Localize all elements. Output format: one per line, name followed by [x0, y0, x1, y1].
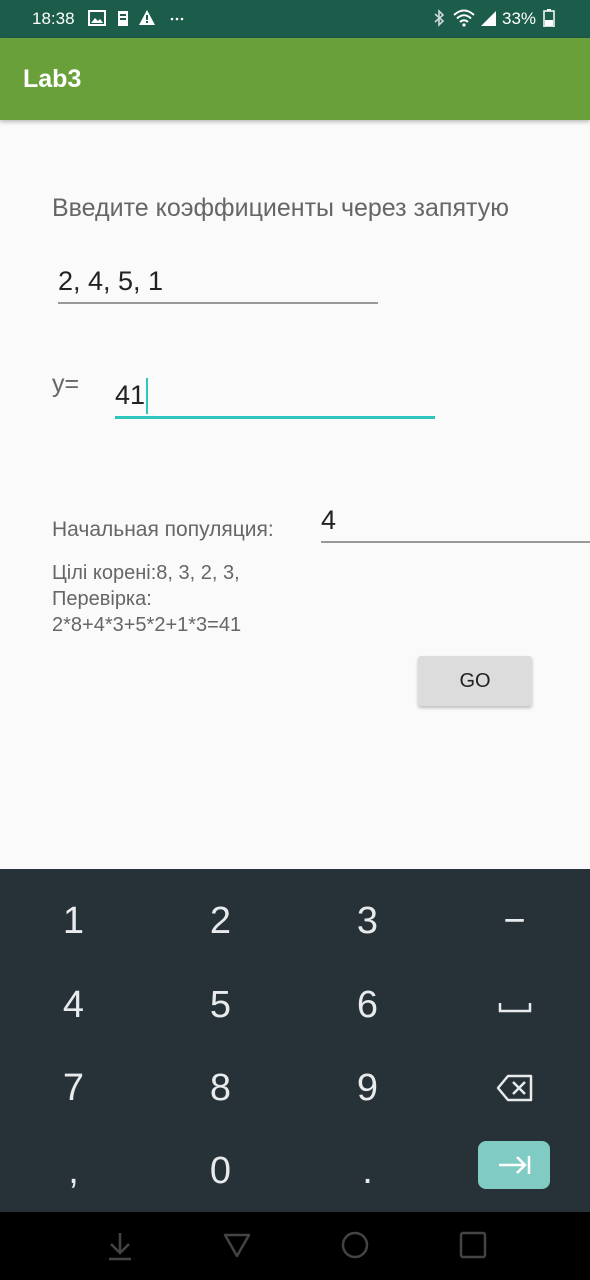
population-input[interactable]: 4 — [321, 505, 336, 536]
key-period[interactable]: . — [294, 1129, 441, 1213]
signal-icon — [481, 11, 496, 26]
storage-icon — [118, 11, 128, 26]
backspace-icon — [496, 1074, 532, 1102]
app-bar: Lab3 — [0, 38, 590, 120]
status-time: 18:38 — [32, 9, 75, 28]
image-icon — [88, 10, 106, 26]
bluetooth-icon — [434, 9, 445, 27]
back-icon[interactable] — [222, 1230, 252, 1260]
result-roots: Цілі корені:8, 3, 2, 3, — [52, 562, 240, 584]
key-8[interactable]: 8 — [147, 1046, 294, 1130]
key-7[interactable]: 7 — [0, 1046, 147, 1130]
space-icon — [498, 1003, 531, 1013]
key-comma[interactable]: , — [0, 1129, 147, 1213]
next-tab-key[interactable] — [478, 1141, 550, 1189]
recents-icon[interactable] — [458, 1230, 488, 1260]
result-check-equation: 2*8+4*3+5*2+1*3=41 — [52, 614, 242, 636]
y-input[interactable]: 41 — [115, 380, 145, 411]
y-label: y= — [52, 370, 80, 398]
coefficients-underline — [58, 302, 378, 304]
coefficients-prompt: Введите коэффициенты через запятую — [52, 194, 509, 222]
key-0[interactable]: 0 — [147, 1129, 294, 1213]
backspace-key[interactable] — [441, 1046, 588, 1130]
wifi-icon — [453, 9, 475, 27]
space-key[interactable] — [441, 963, 588, 1047]
y-underline — [115, 416, 435, 419]
result-text: Цілі корені:8, 3, 2, 3, Перевірка: 2*8+4… — [52, 560, 241, 638]
app-title: Lab3 — [23, 65, 82, 93]
key-1[interactable]: 1 — [0, 879, 147, 963]
hide-keyboard-icon[interactable] — [105, 1230, 135, 1262]
key-2[interactable]: 2 — [147, 879, 294, 963]
population-underline — [321, 541, 590, 543]
key-minus[interactable]: − — [441, 879, 588, 963]
key-5[interactable]: 5 — [147, 963, 294, 1047]
key-9[interactable]: 9 — [294, 1046, 441, 1130]
tab-arrow-icon — [499, 1156, 531, 1174]
warning-icon — [139, 10, 155, 25]
numeric-keyboard: 1 2 3 − 4 5 6 7 8 9 , 0 . — [0, 869, 590, 1212]
key-4[interactable]: 4 — [0, 963, 147, 1047]
text-cursor — [146, 378, 148, 414]
navigation-bar — [0, 1212, 590, 1280]
coefficients-input[interactable]: 2, 4, 5, 1 — [58, 266, 163, 297]
population-label: Начальная популяция: — [52, 518, 274, 541]
result-check-label: Перевірка: — [52, 588, 152, 610]
key-3[interactable]: 3 — [294, 879, 441, 963]
key-6[interactable]: 6 — [294, 963, 441, 1047]
more-icon — [170, 17, 184, 21]
home-icon[interactable] — [340, 1230, 370, 1260]
go-button[interactable]: GO — [418, 656, 532, 706]
battery-icon — [543, 9, 555, 27]
status-bar: 18:38 33% — [0, 0, 590, 38]
battery-percent: 33% — [502, 9, 537, 28]
